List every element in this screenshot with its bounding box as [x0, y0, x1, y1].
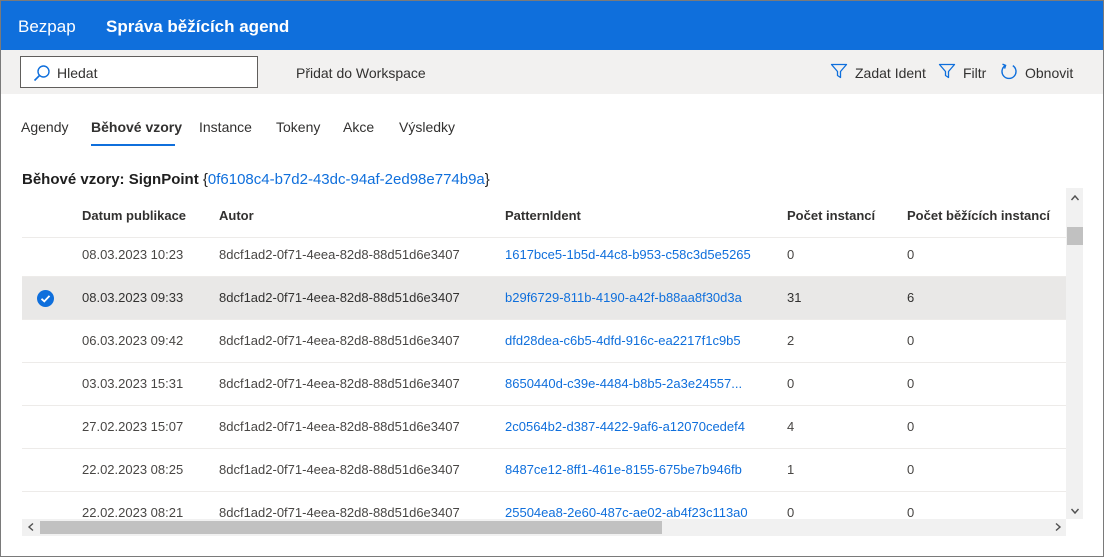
- active-tab-indicator: [91, 144, 175, 146]
- section-heading-prefix: Běhové vzory: SignPoint: [22, 171, 203, 188]
- cell-pattern-ident-link[interactable]: 2c0564b2-d387-4422-9af6-a12070cedef4: [505, 419, 745, 434]
- command-bar: Hledat Přidat do Workspace Zadat Ident F…: [1, 50, 1103, 94]
- cell-author: 8dcf1ad2-0f71-4eea-82d8-88d51d6e3407: [219, 247, 460, 262]
- cell-pattern-ident-link[interactable]: b29f6729-811b-4190-a42f-b88aa8f30d3a: [505, 290, 742, 305]
- column-header-pattern-ident[interactable]: PatternIdent: [505, 208, 581, 223]
- cell-running-count: 0: [907, 247, 915, 262]
- cell-running-count: 0: [907, 333, 915, 348]
- scroll-right-arrow-icon[interactable]: [1053, 522, 1063, 532]
- column-header-running-count[interactable]: Počet běžících instancí: [907, 208, 1050, 223]
- cell-author: 8dcf1ad2-0f71-4eea-82d8-88d51d6e3407: [219, 505, 460, 519]
- search-icon: [33, 65, 50, 82]
- checkmark-icon: [40, 295, 51, 303]
- cell-date: 22.02.2023 08:25: [82, 462, 184, 477]
- table-row[interactable]: 06.03.2023 09:42 8dcf1ad2-0f71-4eea-82d8…: [22, 320, 1066, 363]
- search-box[interactable]: Hledat: [20, 56, 258, 88]
- table-row[interactable]: 27.02.2023 15:07 8dcf1ad2-0f71-4eea-82d8…: [22, 406, 1066, 449]
- cell-pattern-ident-link[interactable]: 1617bce5-1b5d-44c8-b953-c58c3d5e5265: [505, 247, 751, 262]
- filter-icon: [938, 63, 956, 79]
- cell-instance-count: 0: [787, 505, 795, 519]
- cell-instance-count: 0: [787, 247, 795, 262]
- vertical-scroll-thumb[interactable]: [1067, 227, 1083, 245]
- row-checkbox[interactable]: [37, 290, 54, 307]
- app-header: Bezpap Správa běžících agend: [1, 1, 1103, 50]
- cell-author: 8dcf1ad2-0f71-4eea-82d8-88d51d6e3407: [219, 376, 460, 391]
- app-window: Bezpap Správa běžících agend Hledat Přid…: [0, 0, 1104, 557]
- section-close-brace: }: [484, 171, 490, 188]
- cell-date: 08.03.2023 10:23: [82, 247, 184, 262]
- cell-running-count: 6: [907, 290, 915, 305]
- column-header-author[interactable]: Autor: [219, 208, 254, 223]
- cell-author: 8dcf1ad2-0f71-4eea-82d8-88d51d6e3407: [219, 333, 460, 348]
- table-row[interactable]: 22.02.2023 08:25 8dcf1ad2-0f71-4eea-82d8…: [22, 449, 1066, 492]
- cell-pattern-ident-link[interactable]: 8487ce12-8ff1-461e-8155-675be7b946fb: [505, 462, 742, 477]
- cell-author: 8dcf1ad2-0f71-4eea-82d8-88d51d6e3407: [219, 419, 460, 434]
- cell-date: 27.02.2023 15:07: [82, 419, 184, 434]
- cell-instance-count: 2: [787, 333, 795, 348]
- scroll-up-arrow-icon[interactable]: [1070, 193, 1080, 203]
- app-name[interactable]: Bezpap: [18, 17, 76, 37]
- cell-date: 06.03.2023 09:42: [82, 333, 184, 348]
- cell-instance-count: 0: [787, 376, 795, 391]
- cell-pattern-ident-link[interactable]: dfd28dea-c6b5-4dfd-916c-ea2217f1c9b5: [505, 333, 741, 348]
- cell-running-count: 0: [907, 462, 915, 477]
- column-header-instance-count[interactable]: Počet instancí: [787, 208, 875, 223]
- table-row[interactable]: 03.03.2023 15:31 8dcf1ad2-0f71-4eea-82d8…: [22, 363, 1066, 406]
- tab-run-patterns[interactable]: Běhové vzory: [91, 119, 182, 135]
- page-title: Správa běžících agend: [106, 17, 290, 36]
- tab-results[interactable]: Výsledky: [399, 119, 455, 135]
- enter-ident-button[interactable]: Zadat Ident: [855, 65, 926, 81]
- horizontal-scroll-thumb[interactable]: [40, 521, 662, 534]
- cell-instance-count: 4: [787, 419, 795, 434]
- search-input[interactable]: Hledat: [57, 65, 97, 81]
- cell-date: 08.03.2023 09:33: [82, 290, 184, 305]
- section-heading: Běhové vzory: SignPoint {0f6108c4-b7d2-4…: [22, 171, 490, 188]
- run-patterns-table: Datum publikace Autor PatternIdent Počet…: [22, 191, 1066, 519]
- tab-actions[interactable]: Akce: [343, 119, 374, 135]
- cell-author: 8dcf1ad2-0f71-4eea-82d8-88d51d6e3407: [219, 462, 460, 477]
- cell-pattern-ident-link[interactable]: 25504ea8-2e60-487c-ae02-ab4f23c113a0: [505, 505, 748, 519]
- tab-tokens[interactable]: Tokeny: [276, 119, 320, 135]
- scroll-left-arrow-icon[interactable]: [26, 522, 36, 532]
- cell-instance-count: 31: [787, 290, 802, 305]
- agenda-guid-link[interactable]: 0f6108c4-b7d2-43dc-94af-2ed98e774b9a: [208, 171, 485, 188]
- cell-date: 03.03.2023 15:31: [82, 376, 184, 391]
- refresh-button[interactable]: Obnovit: [1025, 65, 1073, 81]
- tab-agendas[interactable]: Agendy: [21, 119, 68, 135]
- filter-button[interactable]: Filtr: [963, 65, 986, 81]
- scroll-down-arrow-icon[interactable]: [1070, 506, 1080, 516]
- filter-icon: [830, 63, 848, 79]
- cell-running-count: 0: [907, 505, 915, 519]
- cell-author: 8dcf1ad2-0f71-4eea-82d8-88d51d6e3407: [219, 290, 460, 305]
- column-header-date[interactable]: Datum publikace: [82, 208, 186, 223]
- cell-date: 22.02.2023 08:21: [82, 505, 184, 519]
- refresh-icon: [1001, 63, 1017, 80]
- table-row[interactable]: 22.02.2023 08:21 8dcf1ad2-0f71-4eea-82d8…: [22, 492, 1066, 519]
- table-row-selected[interactable]: 08.03.2023 09:33 8dcf1ad2-0f71-4eea-82d8…: [22, 277, 1066, 320]
- cell-instance-count: 1: [787, 462, 795, 477]
- table-row[interactable]: 08.03.2023 10:23 8dcf1ad2-0f71-4eea-82d8…: [22, 234, 1066, 277]
- add-to-workspace-button[interactable]: Přidat do Workspace: [296, 65, 426, 81]
- tab-instances[interactable]: Instance: [199, 119, 252, 135]
- cell-pattern-ident-link[interactable]: 8650440d-c39e-4484-b8b5-2a3e24557...: [505, 376, 742, 391]
- cell-running-count: 0: [907, 419, 915, 434]
- cell-running-count: 0: [907, 376, 915, 391]
